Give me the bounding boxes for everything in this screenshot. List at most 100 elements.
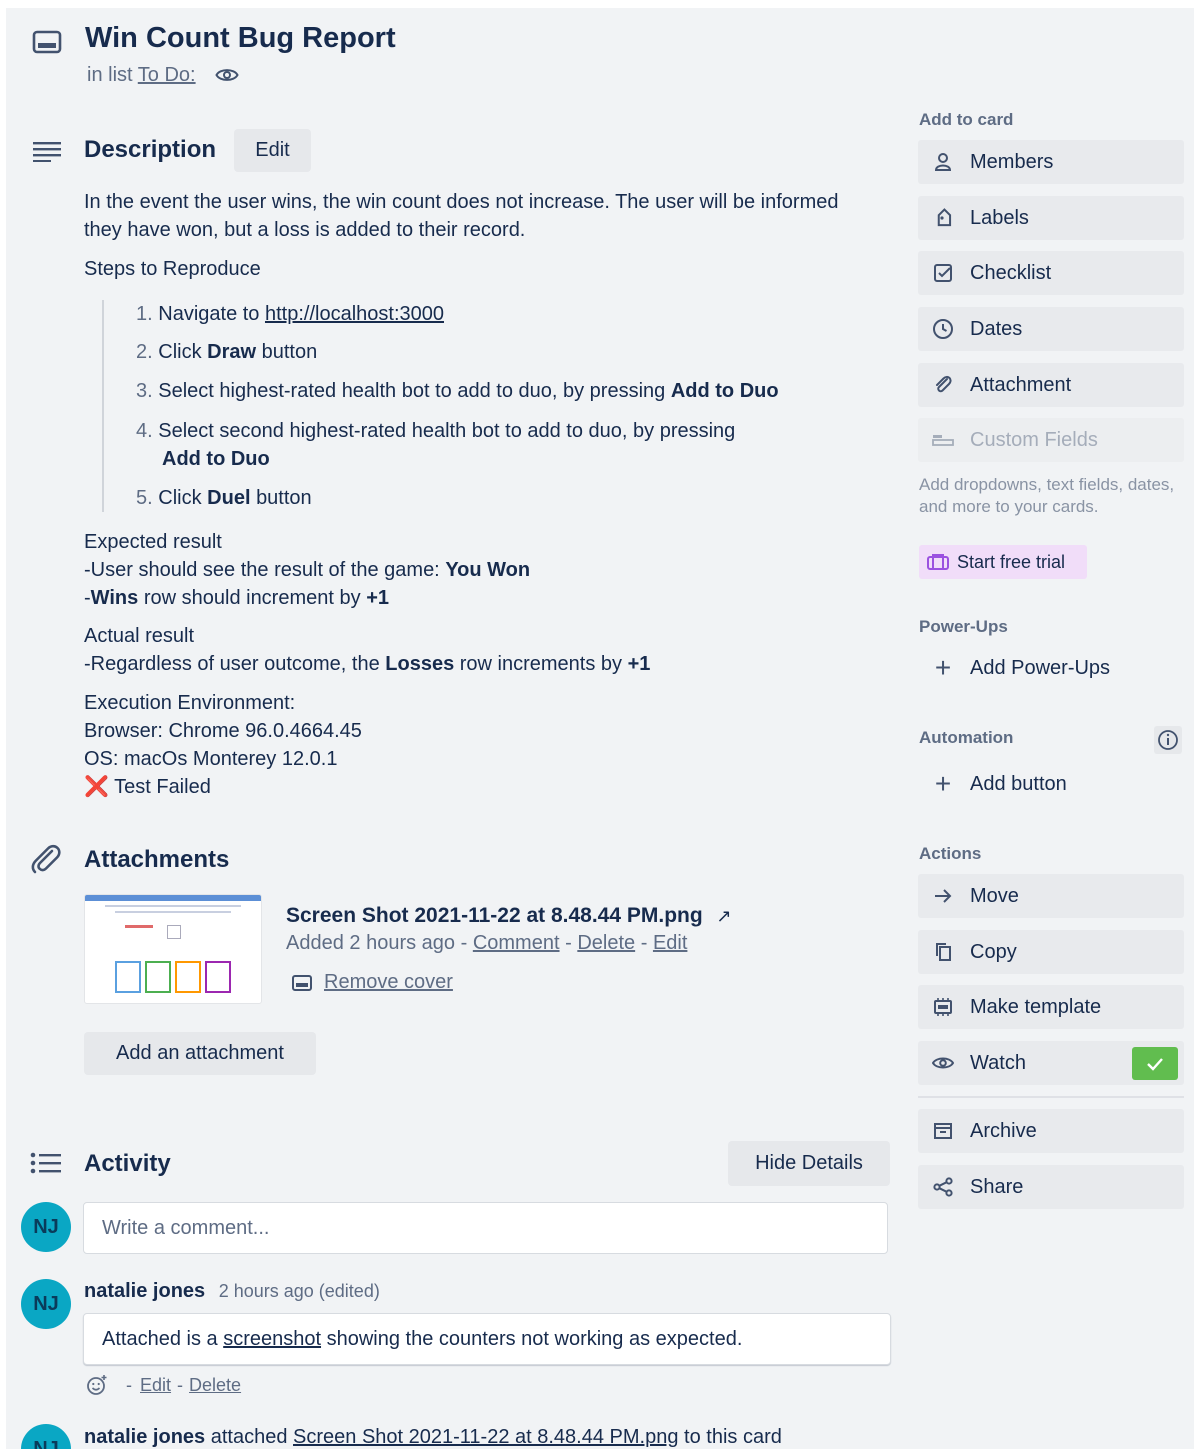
steps-list: 1. Navigate to http://localhost:3000 2. … <box>102 300 882 512</box>
avatar[interactable]: NJ <box>21 1202 71 1252</box>
paperclip-icon <box>936 375 952 393</box>
copy-button[interactable]: Copy <box>918 930 1184 974</box>
plus-icon: + <box>934 768 952 799</box>
hide-details-button[interactable]: Hide Details <box>728 1141 890 1186</box>
external-link-icon[interactable]: ↗ <box>717 906 732 926</box>
actual-result-block: Actual result -Regardless of user outcom… <box>84 622 874 678</box>
environment-block: Execution Environment: Browser: Chrome 9… <box>84 689 874 801</box>
description-edit-button[interactable]: Edit <box>234 129 311 172</box>
step-2: 2. Click Draw button <box>136 341 318 363</box>
dates-button[interactable]: Dates <box>918 307 1184 351</box>
test-status: ❌ Test Failed <box>84 776 211 798</box>
trial-icon <box>927 554 949 570</box>
copy-icon <box>936 943 951 961</box>
attachment-thumbnail[interactable] <box>84 894 262 1004</box>
cover-icon <box>292 974 312 991</box>
expected-line-2: -Wins row should increment by +1 <box>84 587 389 609</box>
add-to-card-label: Add to card <box>919 110 1014 129</box>
archive-icon <box>934 1123 952 1139</box>
comment-delete-link[interactable]: Delete <box>189 1375 241 1396</box>
tag-icon <box>937 208 952 227</box>
attachment-meta: Added 2 hours ago - Comment - Delete - E… <box>286 932 688 954</box>
thumb-line <box>115 911 231 913</box>
actual-heading: Actual result <box>84 625 195 647</box>
start-free-trial-button[interactable]: Start free trial <box>919 545 1087 579</box>
thumb-card-2 <box>145 961 171 993</box>
watch-check-icon <box>1132 1047 1178 1080</box>
archive-button[interactable]: Archive <box>918 1109 1184 1153</box>
cross-mark-icon: ❌ <box>84 776 109 798</box>
description-icon <box>33 142 61 162</box>
description-paragraph: In the event the user wins, the win coun… <box>84 191 839 241</box>
attachment-comment-link[interactable]: Comment <box>473 932 560 954</box>
share-icon <box>933 1177 953 1197</box>
actions-label: Actions <box>919 844 982 863</box>
add-attachment-button[interactable]: Add an attachment <box>84 1032 316 1075</box>
card-icon <box>32 30 62 54</box>
in-list-prefix: in list <box>87 64 133 86</box>
comment-time[interactable]: 2 hours ago (edited) <box>219 1281 380 1301</box>
actions-divider <box>918 1096 1184 1098</box>
env-browser: Browser: Chrome 96.0.4664.45 <box>84 720 362 742</box>
add-power-ups-button[interactable]: + Add Power-Ups <box>918 648 1184 688</box>
comment-edit-link[interactable]: Edit <box>140 1375 171 1396</box>
automation-label: Automation <box>919 728 1014 747</box>
actual-line: -Regardless of user outcome, the Losses … <box>84 653 651 675</box>
info-icon[interactable] <box>1154 726 1182 754</box>
power-ups-label: Power-Ups <box>919 617 1008 636</box>
in-list-text: in list To Do: <box>87 64 239 87</box>
template-icon <box>934 998 952 1016</box>
expected-result-block: Expected result -User should see the res… <box>84 528 874 612</box>
comment-input[interactable]: Write a comment... <box>83 1202 888 1254</box>
attachment-button[interactable]: Attachment <box>918 363 1184 407</box>
thumb-card-1 <box>115 961 141 993</box>
activity-title: Activity <box>84 1150 171 1177</box>
paperclip-icon <box>31 844 61 874</box>
remove-cover-button[interactable]: Remove cover <box>292 971 453 994</box>
step-1: 1. Navigate to http://localhost:3000 <box>136 303 444 325</box>
localhost-link[interactable]: http://localhost:3000 <box>265 303 444 325</box>
eye-icon <box>932 1057 954 1069</box>
labels-button[interactable]: Labels <box>918 196 1184 240</box>
fields-icon <box>932 435 954 446</box>
add-reaction-icon[interactable] <box>86 1374 108 1396</box>
clock-icon <box>933 319 953 339</box>
share-button[interactable]: Share <box>918 1165 1184 1209</box>
expected-line-1: -User should see the result of the game:… <box>84 559 531 581</box>
person-icon <box>934 153 952 171</box>
custom-fields-description: Add dropdowns, text fields, dates, and m… <box>919 475 1175 516</box>
move-button[interactable]: Move <box>918 874 1184 918</box>
card-title[interactable]: Win Count Bug Report <box>85 22 396 55</box>
watch-button[interactable]: Watch <box>918 1041 1184 1085</box>
attachment-delete-link[interactable]: Delete <box>577 932 635 954</box>
make-template-button[interactable]: Make template <box>918 985 1184 1029</box>
thumb-card-4 <box>205 961 231 993</box>
attachments-title: Attachments <box>84 846 230 873</box>
custom-fields-button[interactable]: Custom Fields <box>918 418 1184 462</box>
comment-actions: - Edit - Delete <box>86 1374 241 1396</box>
add-automation-button[interactable]: + Add button <box>918 764 1184 804</box>
description-title: Description <box>84 136 217 163</box>
step-4: 4. Select second highest-rated health bo… <box>136 420 736 470</box>
expected-heading: Expected result <box>84 531 222 553</box>
list-link[interactable]: To Do: <box>138 64 196 86</box>
arrow-right-icon <box>935 889 952 903</box>
screenshot-link[interactable]: screenshot <box>223 1328 321 1351</box>
thumb-box <box>167 925 181 939</box>
comment-author[interactable]: natalie jones <box>84 1280 205 1302</box>
checklist-icon <box>934 264 952 282</box>
activity-attach-entry: natalie jones attached Screen Shot 2021-… <box>84 1426 782 1448</box>
checklist-button[interactable]: Checklist <box>918 251 1184 295</box>
thumb-header-bar <box>85 895 261 901</box>
avatar[interactable]: NJ <box>21 1279 71 1329</box>
comment-header: natalie jones 2 hours ago (edited) <box>84 1280 380 1303</box>
attached-file-link[interactable]: Screen Shot 2021-11-22 at 8.48.44 PM.png <box>293 1426 678 1448</box>
steps-heading: Steps to Reproduce <box>84 258 261 280</box>
plus-icon: + <box>934 652 952 683</box>
members-button[interactable]: Members <box>918 140 1184 184</box>
step-3: 3. Select highest-rated health bot to ad… <box>136 380 779 402</box>
attachment-filename[interactable]: Screen Shot 2021-11-22 at 8.48.44 PM.png… <box>286 904 732 928</box>
thumb-line <box>105 905 241 907</box>
attachment-edit-link[interactable]: Edit <box>653 932 687 954</box>
avatar[interactable]: NJ <box>21 1424 71 1449</box>
